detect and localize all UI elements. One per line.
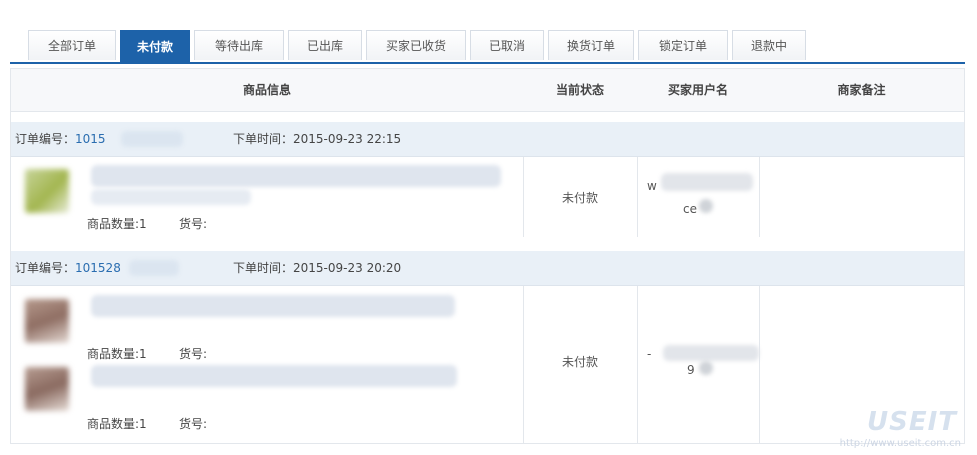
tab-shipped[interactable]: 已出库 [288, 30, 362, 60]
col-status: 当前状态 [555, 83, 604, 97]
order-header: 订单编号：1015 下单时间：2015-09-23 22:15 [11, 122, 964, 157]
tab-refunding[interactable]: 退款中 [732, 30, 806, 60]
order-status: 未付款 [561, 355, 598, 369]
order-time: 下单时间：2015-09-23 20:20 [233, 261, 402, 275]
tab-all-orders[interactable]: 全部订单 [28, 30, 116, 60]
table-header: 商品信息 当前状态 买家用户名 商家备注 [11, 69, 964, 112]
product-title-redacted[interactable] [91, 165, 501, 187]
product-subtitle-redacted [91, 189, 251, 205]
order-id: 订单编号：101528 [15, 261, 121, 275]
buyer-name-prefix: w [647, 179, 657, 193]
buyer-name-redacted [663, 345, 759, 361]
redacted-order-id [121, 131, 183, 147]
col-buyer: 买家用户名 [667, 83, 728, 97]
order-id-link[interactable]: 1015 [75, 132, 106, 146]
tab-buyer-received[interactable]: 买家已收货 [366, 30, 466, 60]
tab-exchange-orders[interactable]: 换货订单 [548, 30, 634, 60]
watermark-logo: USEIT [866, 407, 957, 437]
product-thumbnail[interactable] [25, 367, 69, 411]
column-divider [637, 286, 638, 444]
item-quantity: 商品数量:1 [87, 347, 147, 361]
product-thumbnail[interactable] [25, 169, 69, 213]
item-sku: 货号: [179, 417, 208, 431]
order-id-link[interactable]: 101528 [75, 261, 121, 275]
product-title-redacted[interactable] [91, 365, 457, 387]
product-title-redacted[interactable] [91, 295, 455, 317]
tab-cancelled[interactable]: 已取消 [470, 30, 544, 60]
tab-awaiting-shipment[interactable]: 等待出库 [194, 30, 284, 60]
tab-underline [10, 62, 965, 64]
order-status: 未付款 [561, 191, 598, 205]
watermark-url: http://www.useit.com.cn [839, 438, 961, 449]
buyer-name-prefix: - [647, 347, 652, 361]
buyer-name-suffix: 9 [687, 363, 695, 377]
tab-unpaid[interactable]: 未付款 [120, 30, 190, 62]
order-status-tabs: 全部订单 未付款 等待出库 已出库 买家已收货 已取消 换货订单 锁定订单 退款… [28, 30, 806, 62]
order-time: 下单时间：2015-09-23 22:15 [233, 132, 402, 146]
column-divider [637, 157, 638, 237]
redacted-order-id [129, 260, 179, 276]
orders-table: 商品信息 当前状态 买家用户名 商家备注 订单编号：1015 下单时间：2015… [10, 68, 965, 444]
buyer-name-redacted [661, 173, 753, 191]
column-divider [759, 286, 760, 444]
column-divider [759, 157, 760, 237]
item-sku: 货号: [179, 347, 208, 361]
buyer-name-redacted [699, 199, 713, 213]
item-sku: 货号: [179, 217, 208, 231]
col-product-info: 商品信息 [242, 83, 291, 97]
order-header: 订单编号：101528 下单时间：2015-09-23 20:20 [11, 251, 964, 286]
product-thumbnail[interactable] [25, 299, 69, 343]
buyer-name-suffix: ce [683, 202, 697, 216]
col-merchant-note: 商家备注 [837, 83, 886, 97]
buyer-name-redacted [699, 361, 713, 375]
item-quantity: 商品数量:1 [87, 217, 147, 231]
tab-locked-orders[interactable]: 锁定订单 [638, 30, 728, 60]
order-id: 订单编号：1015 [15, 132, 106, 146]
item-quantity: 商品数量:1 [87, 417, 147, 431]
